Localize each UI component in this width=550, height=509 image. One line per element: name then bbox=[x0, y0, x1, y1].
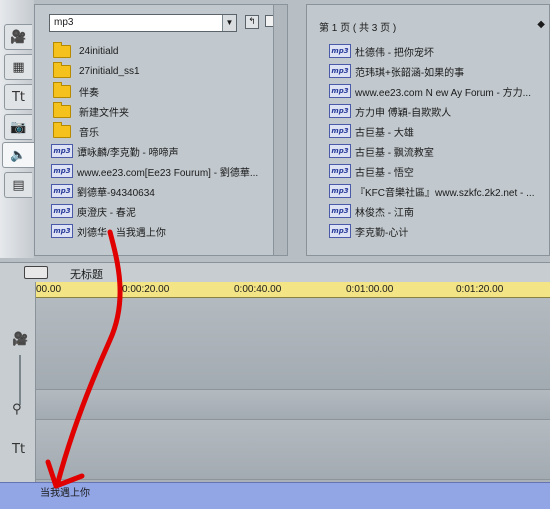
list-item[interactable]: 伴奏 bbox=[53, 81, 99, 99]
list-item[interactable]: 24initiald bbox=[53, 41, 118, 59]
title-track[interactable] bbox=[36, 420, 550, 480]
mp3-file-icon: mp3 bbox=[329, 164, 351, 178]
folder-path-value: mp3 bbox=[54, 17, 74, 28]
list-item[interactable]: mp3 www.ee23.com N ew Ay Forum - 方力... bbox=[329, 83, 531, 99]
title-tab[interactable]: Tt bbox=[4, 84, 32, 110]
disc-menu-icon: ▤ bbox=[12, 177, 25, 193]
timeline-ruler[interactable]: 00.00 0:00:20.00 0:00:40.00 0:01:00.00 0… bbox=[36, 282, 550, 298]
ruler-tick: 0:01:00.00 bbox=[346, 284, 394, 295]
list-item[interactable]: mp3 范玮琪+张韶涵-如果的事 bbox=[329, 63, 464, 79]
audio-clip-label: 当我遇上你 bbox=[40, 488, 90, 499]
folder-icon bbox=[53, 121, 71, 138]
transitions-tab[interactable]: ▦ bbox=[4, 54, 32, 80]
list-item[interactable]: mp3 『KFC音樂社區』www.szkfc.2k2.net - ... bbox=[329, 183, 534, 199]
transitions-icon: ▦ bbox=[12, 59, 25, 75]
video-track[interactable] bbox=[36, 298, 550, 390]
ruler-tick: 0:00:40.00 bbox=[234, 284, 282, 295]
volume-knob-icon[interactable]: ⚲ bbox=[12, 402, 22, 417]
title-icon: Tt bbox=[11, 89, 26, 105]
ruler-tick: 0:00:20.00 bbox=[122, 284, 170, 295]
list-item[interactable]: mp3 方力申 傅穎-自欺欺人 bbox=[329, 103, 451, 119]
track-header-column bbox=[0, 282, 36, 509]
timeline-header: 无标题 bbox=[0, 262, 550, 282]
mp3-file-icon: mp3 bbox=[329, 44, 351, 58]
studio-window: 🎥 ▦ Tt 📷 🔈 ▤ mp3 ▼ ↰ 24initiald 27initia… bbox=[0, 0, 550, 509]
album-tab-strip: 🎥 ▦ Tt 📷 🔈 ▤ bbox=[0, 0, 34, 258]
mp3-file-icon: mp3 bbox=[51, 164, 73, 178]
list-item[interactable]: 27initiald_ss1 bbox=[53, 61, 140, 79]
mp3-file-icon: mp3 bbox=[329, 84, 351, 98]
file-browser-scrollbar[interactable] bbox=[273, 5, 287, 255]
mp3-file-icon: mp3 bbox=[329, 104, 351, 118]
video-track-icon[interactable]: 🎥 bbox=[12, 332, 28, 347]
timeline-tracks bbox=[36, 298, 550, 509]
folder-path-dropdown[interactable]: mp3 ▼ bbox=[49, 14, 237, 32]
project-icon[interactable] bbox=[24, 266, 48, 279]
overlay-track[interactable] bbox=[36, 390, 550, 420]
list-item[interactable]: 新建文件夹 bbox=[53, 101, 129, 119]
list-item[interactable]: 音乐 bbox=[53, 121, 99, 139]
audio-tab[interactable]: 🔈 bbox=[2, 142, 34, 168]
folder-icon bbox=[53, 61, 71, 78]
playlist-panel: 第 1 页 ( 共 3 页 ) ◆ mp3 杜德伟 - 把你宠坏 mp3 范玮琪+张… bbox=[306, 4, 550, 256]
list-item[interactable]: mp3 庾澄庆 - 春泥 bbox=[51, 203, 136, 219]
list-item[interactable]: mp3 刘德华 - 当我遇上你 bbox=[51, 223, 166, 239]
mp3-file-icon: mp3 bbox=[329, 224, 351, 238]
file-browser-panel: mp3 ▼ ↰ 24initiald 27initiald_ss1 伴奏 新建文… bbox=[34, 4, 288, 256]
mp3-file-icon: mp3 bbox=[329, 204, 351, 218]
folder-icon bbox=[53, 41, 71, 58]
video-tab[interactable]: 🎥 bbox=[4, 24, 32, 50]
mp3-file-icon: mp3 bbox=[329, 144, 351, 158]
list-item[interactable]: mp3 古巨基 - 飘流教室 bbox=[329, 143, 434, 159]
folder-icon bbox=[53, 81, 71, 98]
folder-up-icon[interactable]: ↰ bbox=[245, 15, 259, 29]
speaker-icon: 🔈 bbox=[10, 147, 27, 163]
list-item[interactable]: mp3 杜德伟 - 把你宠坏 bbox=[329, 43, 434, 59]
mp3-file-icon: mp3 bbox=[329, 124, 351, 138]
list-item[interactable]: mp3 古巨基 - 悟空 bbox=[329, 163, 414, 179]
camera-icon: 📷 bbox=[10, 119, 27, 135]
page-indicator: 第 1 页 ( 共 3 页 ) bbox=[319, 23, 397, 34]
folder-icon bbox=[53, 101, 71, 118]
chevron-down-icon[interactable]: ▼ bbox=[222, 15, 236, 31]
list-item[interactable]: mp3 古巨基 - 大雄 bbox=[329, 123, 414, 139]
mp3-file-icon: mp3 bbox=[329, 184, 351, 198]
ruler-tick: 0:01:20.00 bbox=[456, 284, 504, 295]
mp3-file-icon: mp3 bbox=[51, 204, 73, 218]
mp3-file-icon: mp3 bbox=[329, 64, 351, 78]
list-item[interactable]: mp3 林俊杰 - 江南 bbox=[329, 203, 414, 219]
list-item[interactable]: mp3 谭咏麟/李克勤 - 啼啼声 bbox=[51, 143, 179, 159]
photo-tab[interactable]: 📷 bbox=[4, 114, 32, 140]
list-item[interactable]: mp3 www.ee23.com[Ee23 Fourum] - 劉德華... bbox=[51, 163, 258, 179]
list-item[interactable]: mp3 李克勤-心计 bbox=[329, 223, 408, 239]
project-title: 无标题 bbox=[70, 269, 103, 281]
mp3-file-icon: mp3 bbox=[51, 224, 73, 238]
volume-slider[interactable] bbox=[19, 355, 21, 405]
next-page-icon[interactable]: ◆ bbox=[537, 19, 545, 30]
title-track-icon[interactable]: Tt bbox=[12, 442, 25, 457]
list-item[interactable]: mp3 劉德華-94340634 bbox=[51, 183, 155, 199]
menu-tab[interactable]: ▤ bbox=[4, 172, 32, 198]
mp3-file-icon: mp3 bbox=[51, 184, 73, 198]
ruler-tick: 00.00 bbox=[36, 284, 62, 295]
mp3-file-icon: mp3 bbox=[51, 144, 73, 158]
camcorder-icon: 🎥 bbox=[10, 29, 27, 45]
